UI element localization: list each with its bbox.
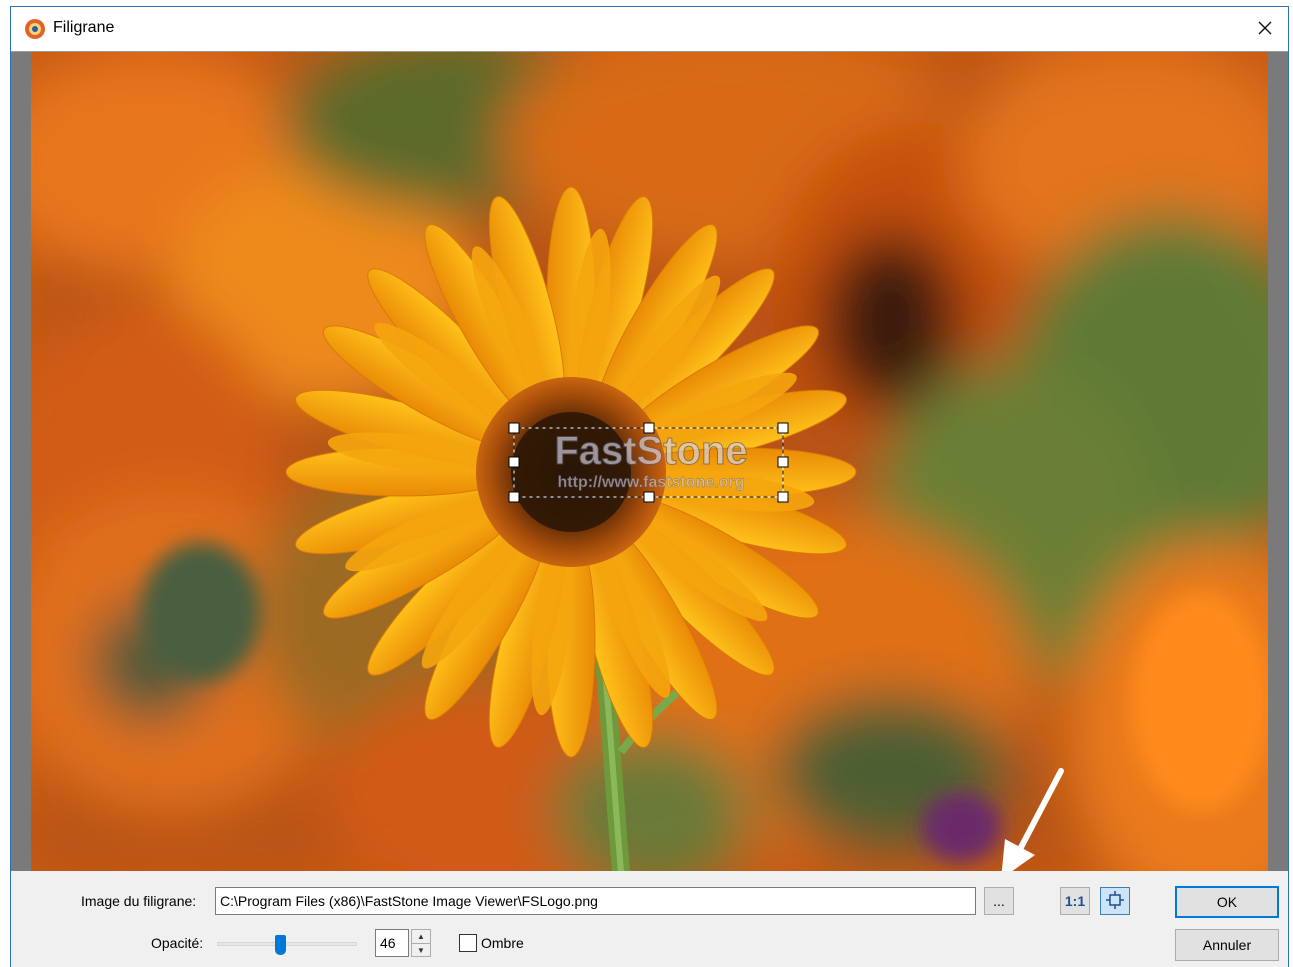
cancel-button[interactable]: Annuler xyxy=(1175,929,1279,961)
close-button[interactable] xyxy=(1242,7,1288,51)
preview-watermark-title: FastStone xyxy=(554,429,747,473)
shadow-checkbox[interactable] xyxy=(459,934,477,952)
opacity-spinner[interactable]: ▲ ▼ xyxy=(411,929,431,957)
controls-panel: Image du filigrane: C:\Program Files (x8… xyxy=(11,871,1288,967)
watermark-dialog: Filigrane FastStone http://www.faststone… xyxy=(10,6,1289,967)
spin-up-icon[interactable]: ▲ xyxy=(412,930,430,943)
slider-track xyxy=(217,942,357,946)
preview-area: FastStone http://www.faststone.org xyxy=(11,51,1288,872)
image-path-input[interactable]: C:\Program Files (x86)\FastStone Image V… xyxy=(215,887,976,915)
window-title: Filigrane xyxy=(53,19,115,36)
fit-to-window-icon xyxy=(1105,890,1125,913)
preview-watermark-url: http://www.faststone.org xyxy=(558,474,745,491)
opacity-value-input[interactable]: 46 xyxy=(375,929,409,957)
browse-button[interactable]: ... xyxy=(984,887,1014,915)
slider-thumb[interactable] xyxy=(275,935,286,955)
opacity-slider[interactable] xyxy=(217,932,357,956)
title-bar: Filigrane xyxy=(11,7,1288,51)
preview-photo: FastStone http://www.faststone.org xyxy=(31,52,1268,872)
app-icon xyxy=(24,18,46,40)
opacity-label: Opacité: xyxy=(151,935,204,951)
image-path-label: Image du filigrane: xyxy=(81,893,197,909)
actual-size-button[interactable]: 1:1 xyxy=(1060,887,1090,915)
fit-to-window-button[interactable] xyxy=(1100,887,1130,915)
close-icon xyxy=(1257,20,1273,39)
spin-down-icon[interactable]: ▼ xyxy=(412,943,430,956)
ok-button[interactable]: OK xyxy=(1175,886,1279,918)
shadow-label: Ombre xyxy=(481,935,524,951)
